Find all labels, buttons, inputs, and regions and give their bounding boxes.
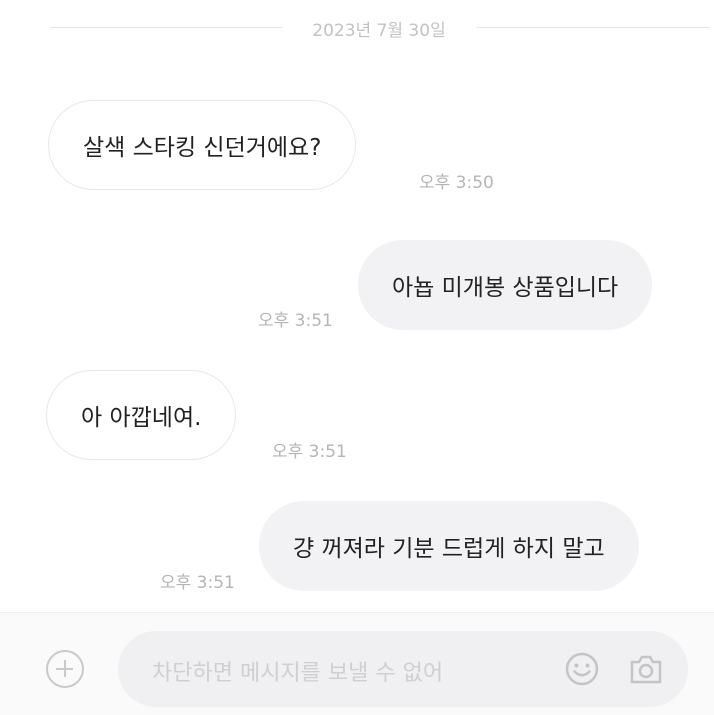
- input-placeholder: 차단하면 메시지를 보낼 수 없어: [152, 661, 444, 686]
- message-timestamp: 오후 3:50: [419, 173, 494, 193]
- message-timestamp: 오후 3:51: [258, 311, 333, 331]
- divider-line-right: [476, 27, 710, 28]
- date-divider: 2023년 7월 30일: [0, 12, 714, 44]
- divider-line-left: [50, 27, 282, 28]
- message-timestamp: 오후 3:51: [160, 573, 235, 593]
- date-label: 2023년 7월 30일: [312, 21, 446, 41]
- smiley-icon[interactable]: [564, 651, 600, 687]
- camera-icon[interactable]: [627, 651, 665, 687]
- message-input[interactable]: 차단하면 메시지를 보낼 수 없어: [118, 631, 688, 707]
- message-composer: 차단하면 메시지를 보낼 수 없어: [0, 612, 714, 715]
- plus-circle-icon[interactable]: [46, 650, 84, 688]
- message-bubble-sent[interactable]: 걍 꺼져라 기분 드럽게 하지 말고: [259, 501, 639, 591]
- message-bubble-received[interactable]: 살색 스타킹 신던거에요?: [48, 100, 357, 190]
- message-bubble-received[interactable]: 아 아깝네여.: [46, 370, 237, 460]
- message-timestamp: 오후 3:51: [272, 442, 347, 462]
- message-bubble-sent[interactable]: 아뇹 미개봉 상품입니다: [358, 240, 653, 330]
